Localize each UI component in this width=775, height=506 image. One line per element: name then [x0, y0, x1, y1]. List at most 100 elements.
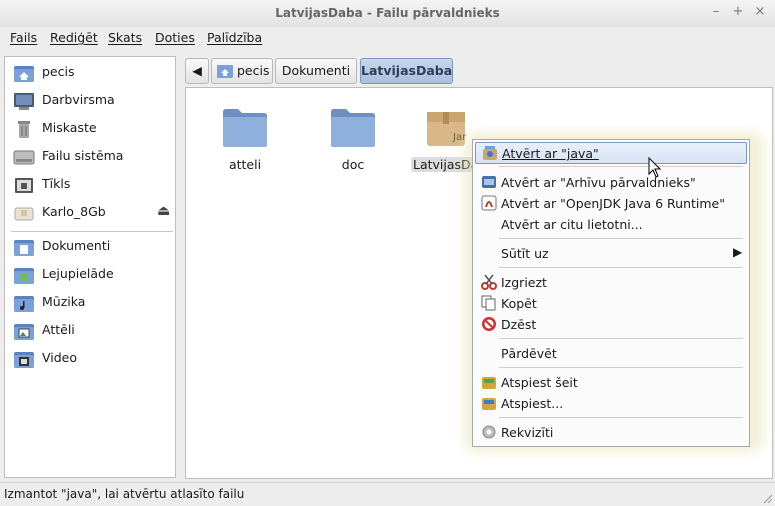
menu-separator — [499, 338, 743, 339]
sidebar-item-failu-sistema[interactable]: Failu sistēma — [11, 145, 171, 169]
sidebar-item-label: pecis — [42, 64, 75, 79]
file-item-atteli[interactable]: atteli — [200, 106, 290, 172]
menu-item-label: Atvērt ar "Arhīvu pārvaldnieks" — [501, 175, 696, 190]
sidebar-item-lejupielade[interactable]: Lejupielāde — [11, 263, 171, 287]
menu-separator — [499, 367, 743, 368]
menu-separator — [499, 166, 743, 167]
delete-icon — [482, 317, 496, 331]
menu-item-open-with-java[interactable]: Atvērt ar "java" — [475, 142, 747, 164]
menu-item-label: Atvērt ar "OpenJDK Java 6 Runtime" — [501, 196, 725, 211]
sidebar-item-label: Failu sistēma — [42, 148, 124, 163]
file-label: atteli — [228, 157, 262, 172]
status-text: Izmantot "java", lai atvērtu atlasīto fa… — [4, 487, 245, 501]
mouse-cursor-icon — [648, 157, 662, 178]
window-title: LatvijasDaba - Failu pārvaldnieks — [275, 6, 500, 20]
sidebar: pecis Darbvirsma Miskaste Failu sistēma … — [4, 56, 176, 478]
sidebar-item-label: Miskaste — [42, 120, 97, 135]
properties-gear-icon — [482, 425, 496, 439]
sidebar-item-muzika[interactable]: Mūzika — [11, 291, 171, 315]
path-bar: ◀ pecis Dokumenti LatvijasDaba — [183, 56, 773, 84]
menu-item-label: Sūtīt uz — [501, 246, 549, 261]
menu-item-open-with-openjdk[interactable]: Atvērt ar "OpenJDK Java 6 Runtime" — [475, 193, 747, 213]
sidebar-item-miskaste[interactable]: Miskaste — [11, 117, 171, 141]
sidebar-item-label: Video — [42, 350, 78, 365]
menu-separator — [499, 267, 743, 268]
sidebar-item-label: Tīkls — [42, 176, 71, 191]
copy-icon — [481, 295, 496, 311]
home-folder-icon — [217, 65, 233, 78]
downloads-folder-icon — [14, 268, 34, 284]
menu-item-label: Izgriezt — [501, 275, 547, 290]
sidebar-item-label: Mūzika — [42, 294, 86, 309]
menu-item-properties[interactable]: Rekvizīti — [475, 422, 747, 442]
folder-icon — [223, 109, 267, 147]
close-button[interactable]: × — [753, 5, 767, 19]
pictures-folder-icon — [14, 324, 34, 340]
sidebar-item-tikls[interactable]: Tīkls — [11, 173, 171, 197]
minimize-button[interactable]: – — [709, 5, 723, 19]
menu-item-extract[interactable]: Atspiest... — [475, 393, 747, 413]
network-icon — [15, 178, 33, 193]
music-folder-icon — [14, 296, 34, 312]
menu-item-label: Rekvizīti — [501, 425, 554, 440]
file-label: doc — [341, 157, 365, 172]
menu-item-cut[interactable]: Izgriezt — [475, 272, 747, 292]
archive-manager-icon — [482, 176, 496, 188]
menu-palidziba[interactable]: Palīdzība — [207, 30, 262, 45]
sidebar-item-atteli[interactable]: Attēli — [11, 319, 171, 343]
title-bar: LatvijasDaba - Failu pārvaldnieks – + × — [0, 0, 775, 28]
sidebar-item-label: Darbvirsma — [42, 92, 115, 107]
menu-separator — [499, 417, 743, 418]
java-icon — [483, 146, 497, 160]
sidebar-item-pecis[interactable]: pecis — [11, 61, 171, 85]
resize-grip-icon[interactable] — [762, 493, 772, 503]
breadcrumb-latvijasdaba[interactable]: LatvijasDaba — [360, 58, 453, 84]
menu-fails[interactable]: Fails — [10, 30, 37, 45]
menu-doties[interactable]: Doties — [155, 30, 195, 45]
menu-item-rename[interactable]: Pārdēvēt — [475, 343, 747, 363]
breadcrumb-dokumenti[interactable]: Dokumenti — [275, 58, 357, 84]
menu-item-send-to[interactable]: Sūtīt uz ▶ — [475, 243, 747, 263]
menu-item-label: Atvērt ar citu lietotni... — [501, 217, 643, 232]
sidebar-item-video[interactable]: Video — [11, 347, 171, 371]
menu-item-delete[interactable]: Dzēst — [475, 314, 747, 334]
folder-icon — [331, 109, 375, 147]
extract-here-icon — [482, 377, 496, 389]
menu-bar: Fails Rediģēt Skats Doties Palīdzība — [0, 27, 775, 49]
menu-separator — [499, 238, 743, 239]
sidebar-item-dokumenti[interactable]: Dokumenti — [11, 235, 171, 259]
menu-item-open-with-archive-manager[interactable]: Atvērt ar "Arhīvu pārvaldnieks" — [475, 172, 747, 192]
sidebar-item-darbvirsma[interactable]: Darbvirsma — [11, 89, 171, 113]
file-item-doc[interactable]: doc — [308, 106, 398, 172]
home-folder-icon — [14, 66, 34, 82]
usb-drive-icon — [14, 207, 34, 221]
menu-item-open-with-other[interactable]: Atvērt ar citu lietotni... — [475, 214, 747, 234]
trash-icon — [18, 121, 30, 138]
video-folder-icon — [14, 352, 34, 368]
menu-item-label: Kopēt — [501, 296, 537, 311]
menu-item-copy[interactable]: Kopēt — [475, 293, 747, 313]
sidebar-item-label: Attēli — [42, 322, 75, 337]
breadcrumb-label: pecis — [237, 63, 270, 78]
breadcrumb-pecis[interactable]: pecis — [211, 58, 273, 84]
extract-icon — [482, 398, 496, 410]
sidebar-item-label: Lejupielāde — [42, 266, 114, 281]
menu-skats[interactable]: Skats — [108, 30, 142, 45]
menu-item-label: Dzēst — [501, 317, 537, 332]
openjdk-icon — [481, 195, 497, 211]
sidebar-item-label: Dokumenti — [42, 238, 111, 253]
status-bar: Izmantot "java", lai atvērtu atlasīto fa… — [0, 482, 775, 506]
scissors-icon — [481, 274, 497, 290]
menu-item-extract-here[interactable]: Atspiest šeit — [475, 372, 747, 392]
documents-folder-icon — [14, 240, 34, 256]
path-back-button[interactable]: ◀ — [185, 58, 209, 84]
sidebar-item-karlo-8gb[interactable]: Karlo_8Gb ⏏ — [11, 201, 171, 225]
menu-item-label: Pārdēvēt — [501, 346, 557, 361]
jar-archive-icon — [427, 112, 465, 146]
harddisk-icon — [13, 150, 35, 165]
menu-rediget[interactable]: Rediģēt — [50, 30, 98, 45]
maximize-button[interactable]: + — [731, 5, 745, 19]
sidebar-item-label: Karlo_8Gb — [42, 204, 106, 219]
menu-item-label: Atvērt ar "java" — [502, 146, 599, 161]
eject-icon[interactable]: ⏏ — [157, 203, 170, 219]
